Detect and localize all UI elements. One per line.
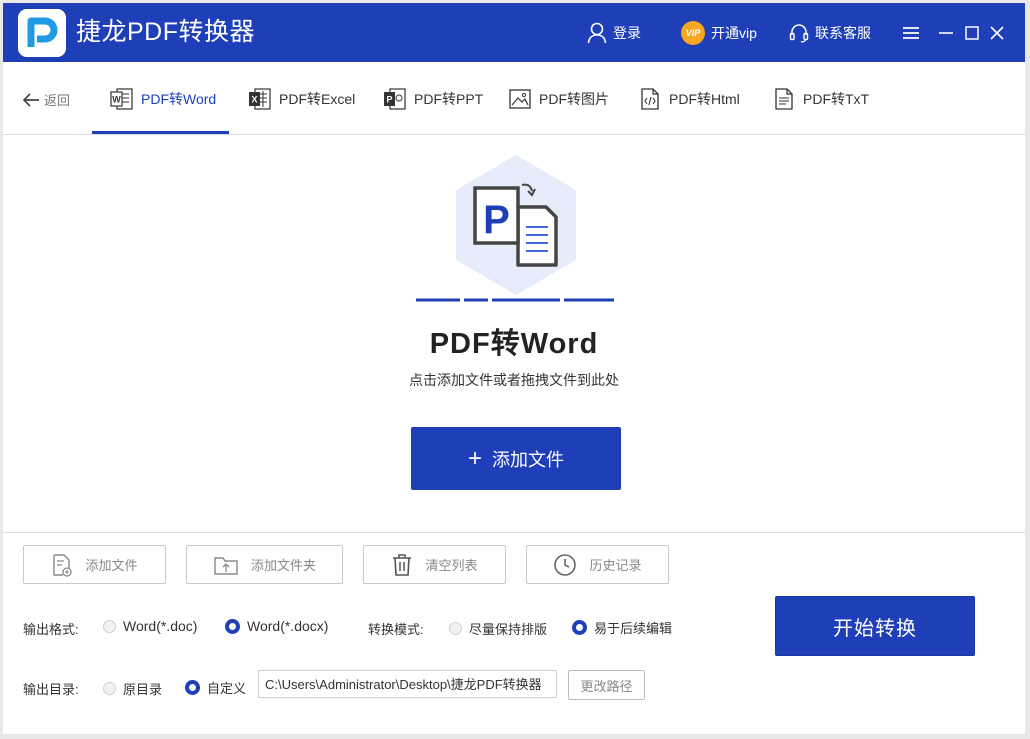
svg-text:W: W [112, 95, 121, 105]
vip-label: 开通vip [711, 25, 757, 41]
radio-label: 尽量保持排版 [469, 622, 548, 637]
file-add-icon [51, 553, 73, 577]
excel-icon: X [248, 87, 272, 111]
add-file-label: 添加文件 [492, 449, 564, 470]
radio-on-icon [185, 680, 200, 695]
radio-label: 易于后续编辑 [594, 621, 673, 636]
mode-label: 转换模式: [368, 622, 424, 637]
support-label: 联系客服 [815, 25, 871, 41]
maximize-icon[interactable] [961, 22, 983, 44]
add-file-tool-button[interactable]: 添加文件 [23, 545, 166, 584]
history-tool-button[interactable]: 历史记录 [526, 545, 669, 584]
tab-label: PDF转图片 [539, 91, 609, 107]
menu-icon[interactable] [900, 22, 922, 44]
svg-text:X: X [251, 95, 257, 105]
radio-label: 原目录 [123, 682, 163, 697]
radio-off-icon [103, 682, 116, 695]
radio-label: Word(*.doc) [123, 618, 198, 634]
file-drop-zone[interactable]: P PDF转Word 点击添加文件或者拖拽文件到此处 + 添加文件 [3, 135, 1025, 532]
tab-label: PDF转Word [141, 91, 217, 107]
tab-label: PDF转TxT [803, 91, 870, 107]
headset-icon [789, 23, 809, 43]
trash-icon [391, 553, 413, 577]
plus-icon: + [467, 444, 482, 472]
close-icon[interactable] [986, 22, 1008, 44]
clock-icon [553, 553, 577, 577]
app-logo-icon [18, 9, 66, 57]
conversion-tabs: 返回 W PDF转Word X PDF转Excel P PDF转PPT PDF转… [3, 62, 1025, 135]
tab-label: PDF转Html [669, 91, 740, 107]
ppt-icon: P [383, 87, 407, 111]
radio-off-icon [103, 619, 116, 633]
minimize-icon[interactable] [935, 22, 957, 44]
tool-label: 历史记录 [589, 558, 642, 573]
support-button[interactable]: 联系客服 [789, 20, 871, 46]
login-button[interactable]: 登录 [587, 20, 641, 46]
user-icon [587, 22, 607, 44]
vip-badge-icon: VIP [681, 21, 705, 45]
image-icon [508, 87, 532, 111]
radio-label: Word(*.docx) [247, 618, 329, 634]
tab-pdf-to-excel[interactable]: X PDF转Excel [248, 88, 355, 110]
tool-label: 添加文件 [85, 558, 138, 573]
dir-radio-custom[interactable]: 自定义 [185, 678, 246, 697]
radio-label: 自定义 [207, 681, 247, 696]
app-title: 捷龙PDF转换器 [76, 18, 256, 46]
tab-label: PDF转Excel [279, 91, 356, 107]
txt-icon [772, 87, 796, 111]
word-icon: W [110, 87, 134, 111]
clear-list-tool-button[interactable]: 清空列表 [363, 545, 506, 584]
folder-upload-icon [213, 554, 239, 576]
tab-label: PDF转PPT [414, 91, 484, 107]
start-convert-button[interactable]: 开始转换 [775, 596, 975, 656]
tool-label: 添加文件夹 [250, 558, 316, 573]
radio-on-icon [225, 618, 240, 634]
format-radio-docx[interactable]: Word(*.docx) [225, 618, 328, 634]
hero-letter: P [483, 198, 510, 242]
vip-button[interactable]: VIP 开通vip [681, 20, 757, 46]
arrow-left-icon [22, 92, 40, 108]
html-icon [638, 87, 662, 111]
mode-radio-editable[interactable]: 易于后续编辑 [572, 618, 672, 637]
back-label: 返回 [44, 93, 71, 108]
format-radio-doc[interactable]: Word(*.doc) [103, 618, 197, 634]
back-button[interactable]: 返回 [22, 90, 70, 109]
radio-off-icon [449, 622, 462, 635]
radio-on-icon [572, 620, 587, 635]
title-bar: 捷龙PDF转换器 登录 VIP 开通vip 联系客服 [3, 3, 1025, 62]
login-label: 登录 [613, 25, 641, 41]
app-window: 捷龙PDF转换器 登录 VIP 开通vip 联系客服 返回 W PDF转Word… [3, 3, 1025, 734]
format-label: 输出格式: [23, 622, 79, 637]
tab-pdf-to-image[interactable]: PDF转图片 [508, 88, 609, 110]
svg-text:P: P [386, 95, 392, 105]
drop-hint: 点击添加文件或者拖拽文件到此处 [409, 372, 619, 388]
tab-pdf-to-html[interactable]: PDF转Html [638, 88, 740, 110]
pdf-to-word-illustration: P [416, 155, 616, 310]
output-path-field[interactable]: C:\Users\Administrator\Desktop\捷龙PDF转换器 [258, 670, 557, 698]
active-tab-indicator [92, 131, 229, 134]
change-path-button[interactable]: 更改路径 [568, 670, 645, 700]
tab-pdf-to-txt[interactable]: PDF转TxT [772, 88, 869, 110]
tool-label: 清空列表 [425, 558, 478, 573]
options-panel: 添加文件 添加文件夹 清空列表 历史记录 输出格式: Word(*.doc) W… [3, 532, 1025, 734]
mode-radio-layout[interactable]: 尽量保持排版 [449, 619, 547, 638]
add-folder-tool-button[interactable]: 添加文件夹 [186, 545, 343, 584]
tab-pdf-to-ppt[interactable]: P PDF转PPT [383, 88, 483, 110]
page-title: PDF转Word [429, 328, 599, 360]
tab-pdf-to-word[interactable]: W PDF转Word [110, 88, 216, 110]
add-file-button[interactable]: + 添加文件 [411, 427, 621, 490]
dir-radio-original[interactable]: 原目录 [103, 679, 162, 698]
dir-label: 输出目录: [23, 682, 79, 697]
